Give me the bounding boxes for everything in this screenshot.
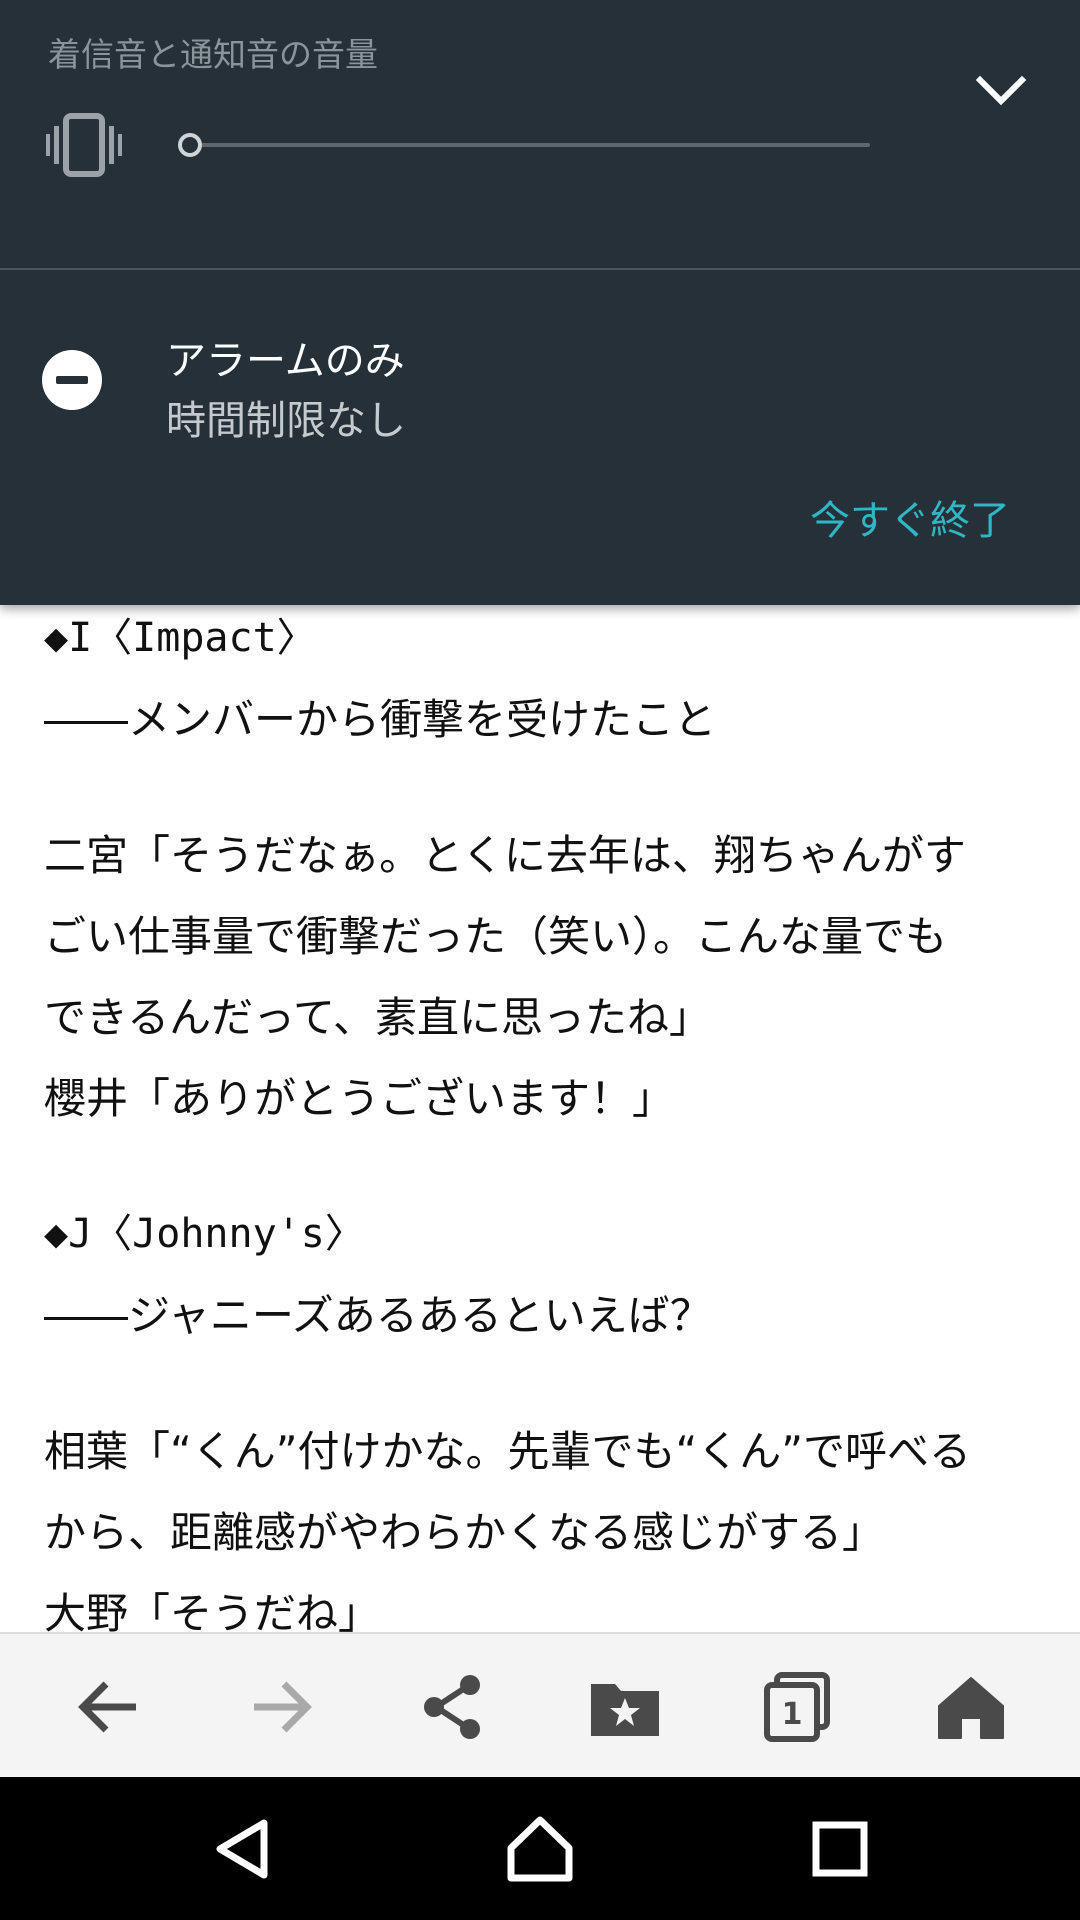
slider-thumb[interactable] <box>178 133 202 157</box>
question-line: ――メンバーから衝撃を受けたこと <box>44 695 717 744</box>
forward-icon[interactable] <box>236 1662 326 1752</box>
ringer-volume-section: 着信音と通知音の音量 <box>0 0 1080 268</box>
volume-panel: 着信音と通知音の音量 アラームのみ 時間制限なし 今すぐ終了 <box>0 0 1080 605</box>
nav-recents-icon[interactable] <box>790 1799 890 1899</box>
question-line: ――ジャニーズあるあるといえば？ <box>44 1291 712 1340</box>
do-not-disturb-icon <box>42 350 102 410</box>
system-nav-bar <box>0 1777 1080 1920</box>
end-now-button[interactable]: 今すぐ終了 <box>810 488 1010 546</box>
tab-count: 1 <box>782 1697 803 1732</box>
bookmarks-icon[interactable] <box>580 1662 670 1752</box>
divider <box>0 268 1080 270</box>
share-icon[interactable] <box>408 1662 498 1752</box>
answer-line: 二宮「そうだなぁ。とくに去年は、翔ちゃんがす <box>44 831 966 880</box>
nav-back-icon[interactable] <box>192 1799 292 1899</box>
back-icon[interactable] <box>64 1662 154 1752</box>
dnd-mode-title: アラームのみ <box>166 338 405 384</box>
answer-line: 相葉「“くん”付けかな。先輩でも“くん”で呼べる <box>44 1427 972 1476</box>
ringer-volume-slider[interactable] <box>178 128 890 162</box>
section-heading: ◆I〈Impact〉 <box>44 615 317 661</box>
article-body: ◆I〈Impact〉 ――メンバーから衝撃を受けたこと 二宮「そうだなぁ。とくに… <box>44 598 1044 1654</box>
answer-line: できるんだって、素直に思ったね」 <box>44 993 711 1042</box>
slider-track <box>200 143 870 147</box>
answer-line: から、距離感がやわらかくなる感じがする」 <box>44 1508 885 1557</box>
ringer-volume-title: 着信音と通知音の音量 <box>48 35 378 74</box>
home-icon[interactable] <box>926 1662 1016 1752</box>
chevron-down-icon[interactable] <box>966 56 1036 126</box>
answer-line: ごい仕事量で衝撃だった（笑い）。こんな量でも <box>44 912 948 961</box>
dnd-mode-subtitle: 時間制限なし <box>166 398 406 444</box>
browser-toolbar: 1 <box>0 1632 1080 1777</box>
vibrate-icon[interactable] <box>46 112 122 178</box>
section-heading: ◆J〈Johnny's〉 <box>44 1211 365 1257</box>
answer-line: 櫻井「ありがとうございます！」 <box>44 1074 675 1123</box>
tabs-icon[interactable]: 1 <box>752 1662 842 1752</box>
nav-home-icon[interactable] <box>490 1799 590 1899</box>
